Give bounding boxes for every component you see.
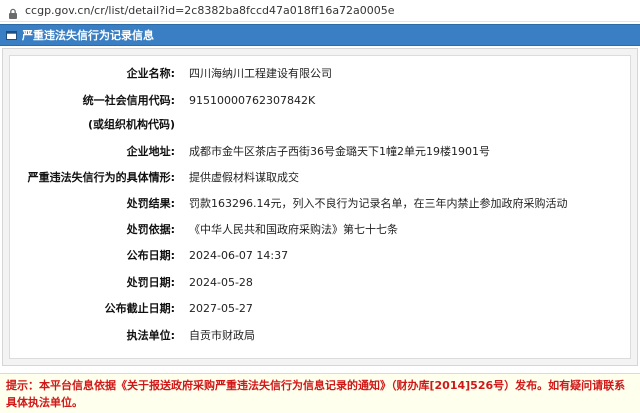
row-enforcement-unit: 执法单位: 自贡市财政局 — [10, 326, 630, 346]
row-penalty-basis: 处罚依据: 《中华人民共和国政府采购法》第七十七条 — [10, 220, 630, 240]
document-icon — [6, 30, 17, 40]
panel-header: 严重违法失信行为记录信息 — [0, 24, 640, 46]
company-address-label: 企业地址: — [126, 145, 175, 158]
penalty-date-value: 2024-05-28 — [189, 276, 253, 289]
org-code-label: (或组织机构代码) — [87, 118, 175, 131]
penalty-date-label: 处罚日期: — [126, 276, 175, 289]
notice-text: 提示：本平台信息依据《关于报送政府采购严重违法失信行为信息记录的通知》（财办库[… — [6, 379, 626, 409]
credit-code-value: 91510000762307842K — [189, 94, 316, 107]
row-company-address: 企业地址: 成都市金牛区茶店子西街36号金璐天下1幢2单元19楼1901号 — [10, 142, 630, 162]
company-address-value: 成都市金牛区茶店子西街36号金璐天下1幢2单元19楼1901号 — [189, 145, 490, 158]
publish-end-date-value: 2027-05-27 — [189, 302, 253, 315]
record-table: 企业名称: 四川海纳川工程建设有限公司 统一社会信用代码: 9151000076… — [9, 55, 631, 359]
violation-details-label: 严重违法失信行为的具体情形: — [27, 171, 175, 184]
penalty-basis-label: 处罚依据: — [126, 223, 175, 236]
credit-code-label: 统一社会信用代码: — [82, 94, 175, 107]
row-penalty-date: 处罚日期: 2024-05-28 — [10, 273, 630, 293]
publish-date-label: 公布日期: — [126, 249, 175, 262]
panel-title: 严重违法失信行为记录信息 — [22, 29, 154, 42]
row-credit-code: 统一社会信用代码: 91510000762307842K — [10, 91, 630, 111]
row-penalty-result: 处罚结果: 罚款163296.14元，列入不良行为记录名单，在三年内禁止参加政府… — [10, 194, 630, 214]
company-name-value: 四川海纳川工程建设有限公司 — [189, 67, 332, 80]
url-text[interactable]: ccgp.gov.cn/cr/list/detail?id=2c8382ba8f… — [25, 4, 395, 17]
publish-date-value: 2024-06-07 14:37 — [189, 249, 289, 262]
penalty-basis-value: 《中华人民共和国政府采购法》第七十七条 — [189, 223, 398, 236]
record-container: 企业名称: 四川海纳川工程建设有限公司 统一社会信用代码: 9151000076… — [2, 48, 638, 366]
lock-icon — [7, 5, 19, 19]
penalty-result-value: 罚款163296.14元，列入不良行为记录名单，在三年内禁止参加政府采购活动 — [189, 197, 568, 210]
enforcement-unit-label: 执法单位: — [126, 329, 175, 342]
violation-details-value: 提供虚假材料谋取成交 — [189, 171, 299, 184]
browser-address-bar[interactable]: ccgp.gov.cn/cr/list/detail?id=2c8382ba8f… — [0, 0, 640, 22]
penalty-result-label: 处罚结果: — [126, 197, 175, 210]
publish-end-date-label: 公布截止日期: — [104, 302, 175, 315]
row-violation-details: 严重违法失信行为的具体情形: 提供虚假材料谋取成交 — [10, 168, 630, 188]
row-org-code: (或组织机构代码) — [10, 115, 630, 135]
row-publish-date: 公布日期: 2024-06-07 14:37 — [10, 246, 630, 266]
row-publish-end-date: 公布截止日期: 2027-05-27 — [10, 299, 630, 319]
company-name-label: 企业名称: — [126, 67, 175, 80]
enforcement-unit-value: 自贡市财政局 — [189, 329, 255, 342]
row-company-name: 企业名称: 四川海纳川工程建设有限公司 — [10, 64, 630, 84]
notice-banner: 提示：本平台信息依据《关于报送政府采购严重违法失信行为信息记录的通知》（财办库[… — [0, 373, 640, 413]
